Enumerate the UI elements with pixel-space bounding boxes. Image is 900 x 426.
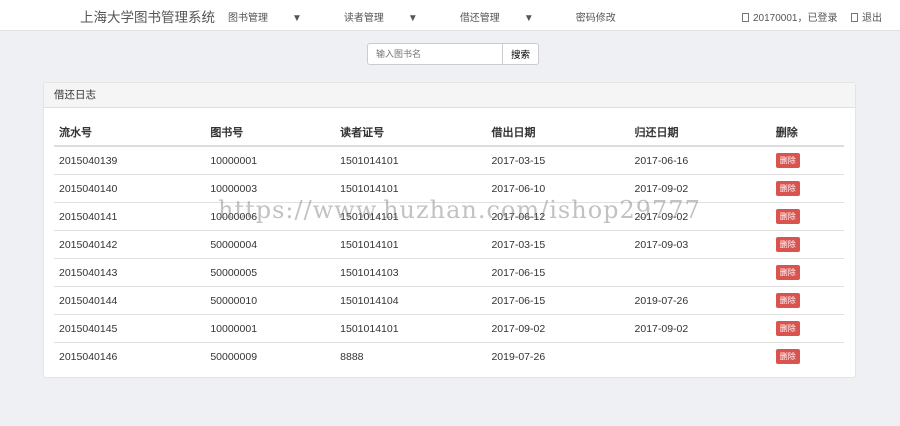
delete-button[interactable]: 删除 bbox=[775, 181, 800, 196]
table-cell: 2017-03-15 bbox=[491, 154, 546, 167]
table-cell: 删除 bbox=[770, 258, 844, 287]
column-header: 删除 bbox=[770, 119, 844, 147]
table-cell: 删除 bbox=[770, 286, 844, 315]
table-row: 2015040139 10000001 1501014101 2017-03-15 20… bbox=[54, 146, 844, 175]
table-cell: 2017-06-15 bbox=[486, 286, 630, 315]
table-cell: 1501014101 bbox=[335, 174, 487, 203]
delete-button[interactable]: 删除 bbox=[775, 153, 800, 168]
table-row: 2015040141 10000006 1501014101 2017-06-12 20… bbox=[54, 202, 844, 231]
table-cell: 2015040144 bbox=[54, 286, 206, 315]
nav-menu-item[interactable]: 借还管理 ▼ bbox=[460, 9, 555, 24]
navbar: 上海大学图书管理系统 图书管理 ▼ 读者管理 ▼ 借还管理 ▼ 密码修改 20170001，… bbox=[0, 0, 900, 31]
caret-down-icon: ▼ bbox=[407, 13, 418, 24]
nav-menu-label: 密码修改 bbox=[575, 13, 616, 24]
user-icon bbox=[742, 13, 749, 22]
caret-down-icon: ▼ bbox=[292, 13, 302, 24]
table-cell: 50000010 bbox=[205, 286, 336, 315]
table-cell: 1501014101 bbox=[335, 314, 487, 343]
table-cell bbox=[629, 258, 771, 287]
table-cell: 2017-09-02 bbox=[629, 202, 771, 231]
table-cell: 删除 bbox=[770, 202, 844, 231]
table-cell: 2019-07-26 bbox=[629, 286, 771, 315]
table-cell: 2015040140 bbox=[54, 174, 206, 203]
table-cell: 8888 bbox=[335, 342, 487, 370]
table-cell: 2017-06-15 bbox=[486, 258, 630, 287]
table-cell: 删除 bbox=[770, 342, 844, 370]
user-status[interactable]: 20170001，已登录 bbox=[742, 9, 838, 24]
table-cell: 2015040146 bbox=[54, 342, 206, 370]
table-cell: 2017-06-10 bbox=[486, 174, 630, 203]
search-button[interactable]: 搜索 bbox=[503, 43, 540, 65]
column-header: 归还日期 bbox=[629, 119, 771, 147]
table-cell: 2015040142 bbox=[54, 230, 206, 259]
table-cell: 2017-09-03 bbox=[629, 230, 771, 259]
table-cell: 1501014101 bbox=[335, 230, 487, 259]
column-header: 流水号 bbox=[54, 119, 206, 147]
search-form: 搜索 bbox=[367, 43, 540, 65]
column-header: 读者证号 bbox=[335, 119, 487, 147]
table-cell: 1501014101 bbox=[340, 154, 399, 167]
delete-button[interactable]: 删除 bbox=[775, 265, 800, 280]
nav-menu-item[interactable]: 图书管理 ▼ bbox=[228, 9, 323, 24]
log-panel: 借还日志 流水号 图书号 读者证号 借出日期 归还日期 删除 2015040139 10000… bbox=[43, 82, 856, 378]
table-header-row: 流水号 图书号 读者证号 借出日期 归还日期 删除 bbox=[54, 119, 844, 147]
table-cell: 1501014103 bbox=[335, 258, 487, 287]
nav-menu-label: 读者管理 bbox=[343, 13, 384, 24]
log-table: 流水号 图书号 读者证号 借出日期 归还日期 删除 2015040139 10000001 15… bbox=[54, 119, 844, 370]
table-cell: 10000001 bbox=[210, 154, 258, 167]
nav-menu-item[interactable]: 密码修改 bbox=[576, 9, 637, 24]
table-cell: 50000004 bbox=[205, 230, 336, 259]
table-row: 2015040140 10000003 1501014101 2017-06-10 20… bbox=[54, 174, 844, 203]
table-cell: 删除 bbox=[770, 230, 844, 259]
logout-icon bbox=[851, 13, 858, 22]
nav-menu: 图书管理 ▼ 读者管理 ▼ 借还管理 ▼ 密码修改 bbox=[228, 9, 658, 24]
table-cell: 50000009 bbox=[205, 342, 336, 370]
table-cell: 2015040139 bbox=[59, 154, 118, 167]
table-cell: 2017-06-16 bbox=[634, 154, 689, 167]
table-cell: 2019-07-26 bbox=[486, 342, 630, 370]
table-cell: 2017-09-02 bbox=[629, 174, 771, 203]
table-cell: 2017-09-02 bbox=[486, 314, 630, 343]
table-row: 2015040143 50000005 1501014103 2017-06-15 删除 bbox=[54, 258, 844, 287]
table-cell: 10000001 bbox=[205, 314, 336, 343]
nav-menu-label: 图书管理 bbox=[228, 13, 268, 24]
table-cell: 删除 bbox=[770, 314, 844, 343]
delete-button[interactable]: 删除 bbox=[775, 321, 800, 336]
table-row: 2015040145 10000001 1501014101 2017-09-02 20… bbox=[54, 314, 844, 343]
table-cell: 删除 bbox=[771, 146, 844, 175]
logout-link[interactable]: 退出 bbox=[851, 9, 882, 24]
table-cell: 删除 bbox=[770, 174, 844, 203]
panel-title: 借还日志 bbox=[44, 83, 855, 108]
table-cell: 2017-03-15 bbox=[486, 230, 630, 259]
table-cell bbox=[629, 342, 771, 370]
table-cell: 2015040145 bbox=[54, 314, 206, 343]
column-header: 图书号 bbox=[205, 119, 336, 147]
table-cell: 10000006 bbox=[205, 202, 336, 231]
table-cell: 1501014101 bbox=[335, 202, 487, 231]
delete-button[interactable]: 删除 bbox=[775, 209, 800, 224]
table-row: 2015040146 50000009 8888 2019-07-26 删除 bbox=[54, 342, 844, 370]
column-header: 借出日期 bbox=[486, 119, 630, 147]
table-cell: 2017-09-02 bbox=[629, 314, 771, 343]
table-cell: 50000005 bbox=[205, 258, 336, 287]
delete-button[interactable]: 删除 bbox=[775, 237, 800, 252]
delete-button[interactable]: 删除 bbox=[775, 349, 800, 364]
delete-button[interactable]: 删除 bbox=[775, 293, 800, 308]
nav-menu-item[interactable]: 读者管理 ▼ bbox=[344, 9, 439, 24]
nav-menu-label: 借还管理 bbox=[459, 13, 500, 24]
brand[interactable]: 上海大学图书管理系统 bbox=[80, 6, 215, 26]
table-cell: 2015040143 bbox=[54, 258, 206, 287]
table-cell: 10000003 bbox=[205, 174, 336, 203]
table-cell: 2017-06-12 bbox=[486, 202, 630, 231]
table-cell: 1501014104 bbox=[335, 286, 487, 315]
caret-down-icon: ▼ bbox=[523, 13, 534, 24]
search-input[interactable] bbox=[367, 43, 503, 65]
table-row: 2015040144 50000010 1501014104 2017-06-15 20… bbox=[54, 286, 844, 315]
table-cell: 2015040141 bbox=[54, 202, 206, 231]
table-row: 2015040142 50000004 1501014101 2017-03-15 20… bbox=[54, 230, 844, 259]
